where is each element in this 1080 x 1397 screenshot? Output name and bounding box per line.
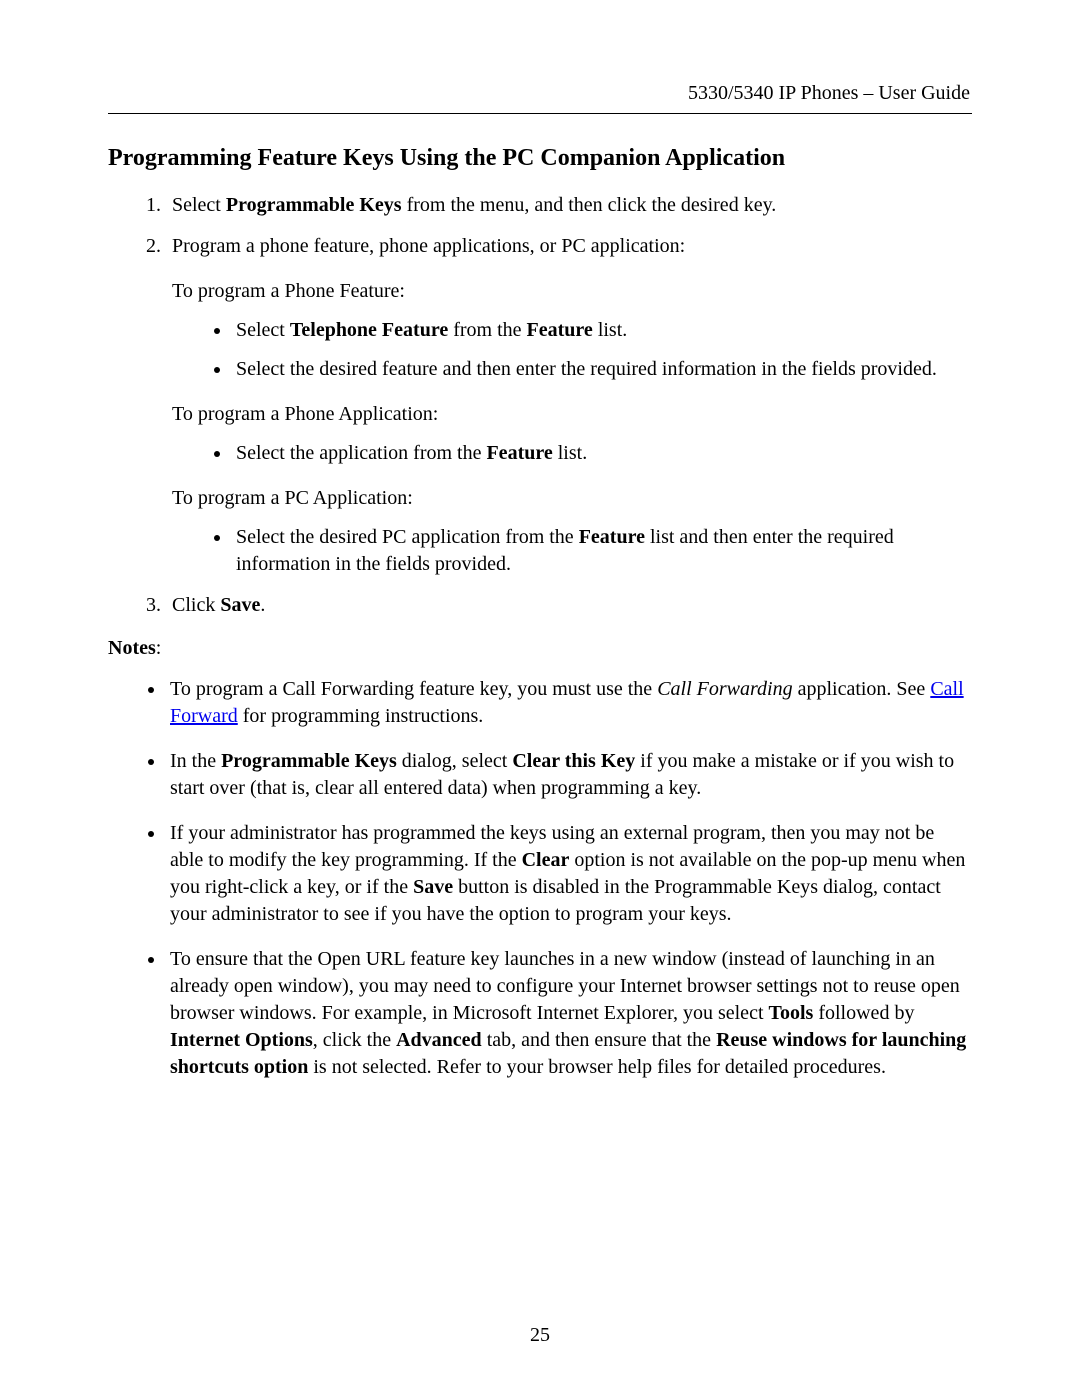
text-run: :	[156, 637, 162, 659]
list-item: Select the desired feature and then ente…	[232, 356, 972, 383]
list-item: To ensure that the Open URL feature key …	[166, 946, 972, 1081]
list-item: Select the application from the Feature …	[232, 440, 972, 467]
text-run: from the menu, and then click the desire…	[402, 194, 777, 216]
phone-feature-intro: To program a Phone Feature:	[172, 278, 972, 305]
italic-run: Call Forwarding	[657, 678, 792, 700]
main-ordered-list: Select Programmable Keys from the menu, …	[138, 192, 972, 619]
bold-run: Save	[220, 594, 260, 616]
list-item: Select Telephone Feature from the Featur…	[232, 317, 972, 344]
text-run: list.	[553, 442, 587, 464]
header-rule	[108, 113, 972, 114]
section-title: Programming Feature Keys Using the PC Co…	[108, 142, 972, 174]
pc-app-bullets: Select the desired PC application from t…	[204, 524, 972, 578]
notes-label: Notes:	[108, 635, 972, 662]
step-1: Select Programmable Keys from the menu, …	[166, 192, 972, 219]
bold-run: Save	[413, 876, 453, 898]
list-item: If your administrator has programmed the…	[166, 820, 972, 928]
text-run: for programming instructions.	[238, 705, 484, 727]
bold-run: Programmable Keys	[226, 194, 402, 216]
page-number: 25	[0, 1322, 1080, 1349]
bold-run: Telephone Feature	[290, 319, 448, 341]
text-run: .	[260, 594, 265, 616]
bold-run: Advanced	[396, 1029, 482, 1051]
text-run: Select	[172, 194, 226, 216]
notes-bullets: To program a Call Forwarding feature key…	[126, 676, 972, 1081]
text-run: is not selected. Refer to your browser h…	[308, 1056, 886, 1078]
text-run: list.	[593, 319, 627, 341]
header-running-title: 5330/5340 IP Phones – User Guide	[108, 80, 972, 107]
step-2-intro: Program a phone feature, phone applicati…	[172, 235, 685, 257]
text-run: from the	[448, 319, 526, 341]
text-run: Click	[172, 594, 220, 616]
bold-run: Feature	[527, 319, 593, 341]
text-run: followed by	[813, 1002, 914, 1024]
list-item: To program a Call Forwarding feature key…	[166, 676, 972, 730]
phone-app-intro: To program a Phone Application:	[172, 401, 972, 428]
text-run: application. See	[793, 678, 931, 700]
bold-run: Feature	[579, 526, 645, 548]
page: 5330/5340 IP Phones – User Guide Program…	[0, 0, 1080, 1397]
step-3: Click Save.	[166, 592, 972, 619]
text-run: Select	[236, 319, 290, 341]
bold-run: Clear this Key	[512, 750, 635, 772]
bold-run: Notes	[108, 637, 156, 659]
text-run: , click the	[313, 1029, 396, 1051]
phone-feature-bullets: Select Telephone Feature from the Featur…	[204, 317, 972, 383]
text-run: Select the application from the	[236, 442, 486, 464]
step-2: Program a phone feature, phone applicati…	[166, 233, 972, 578]
text-run: In the	[170, 750, 221, 772]
bold-run: Feature	[486, 442, 552, 464]
text-run: Select the desired PC application from t…	[236, 526, 579, 548]
text-run: tab, and then ensure that the	[482, 1029, 716, 1051]
list-item: In the Programmable Keys dialog, select …	[166, 748, 972, 802]
bold-run: Programmable Keys	[221, 750, 397, 772]
bold-run: Clear	[522, 849, 570, 871]
step-1-text: Select Programmable Keys from the menu, …	[172, 194, 776, 216]
phone-app-bullets: Select the application from the Feature …	[204, 440, 972, 467]
text-run: dialog, select	[397, 750, 513, 772]
pc-app-intro: To program a PC Application:	[172, 485, 972, 512]
bold-run: Internet Options	[170, 1029, 313, 1051]
list-item: Select the desired PC application from t…	[232, 524, 972, 578]
text-run: To program a Call Forwarding feature key…	[170, 678, 657, 700]
bold-run: Tools	[769, 1002, 814, 1024]
